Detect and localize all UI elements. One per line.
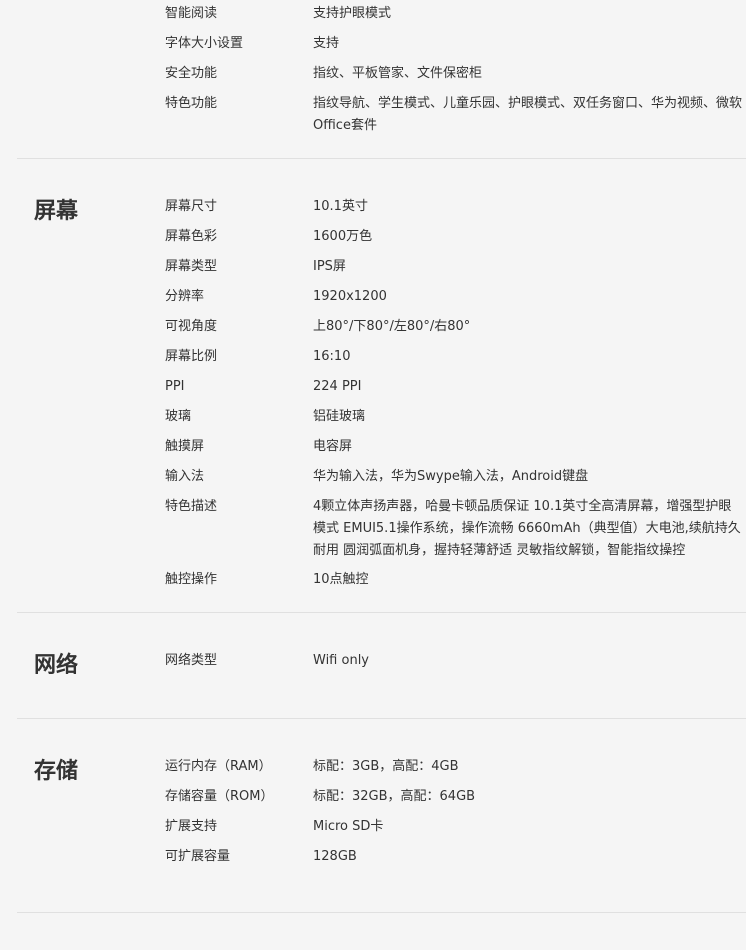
spec-value: 支持护眼模式 <box>313 6 392 21</box>
spec-label: PPI <box>165 379 185 394</box>
spec-section-network: 网络 网络类型 Wifi only <box>0 613 746 719</box>
spec-label: 可视角度 <box>165 319 218 334</box>
spec-section-screen: 屏幕 屏幕尺寸 10.1英寸 屏幕色彩 1600万色 屏幕类型 IPS屏 分辨率… <box>0 159 746 613</box>
spec-value: 指纹、平板管家、文件保密柜 <box>313 66 483 81</box>
spec-section-reading: 智能阅读 支持护眼模式 字体大小设置 支持 安全功能 指纹、平板管家、文件保密柜… <box>0 0 746 159</box>
spec-label: 特色功能 <box>165 96 218 111</box>
spec-label: 分辨率 <box>165 289 205 304</box>
spec-value: IPS屏 <box>313 259 346 274</box>
spec-label: 屏幕比例 <box>165 349 218 364</box>
spec-label: 字体大小设置 <box>165 36 244 51</box>
spec-value: 1920x1200 <box>313 289 387 304</box>
spec-label: 智能阅读 <box>165 6 218 21</box>
spec-value: 上80°/下80°/左80°/右80° <box>313 319 471 334</box>
spec-value: 10.1英寸 <box>313 199 368 214</box>
spec-page: 智能阅读 支持护眼模式 字体大小设置 支持 安全功能 指纹、平板管家、文件保密柜… <box>0 0 746 950</box>
spec-value: 128GB <box>313 849 357 864</box>
spec-label: 特色描述 <box>165 499 218 514</box>
spec-value: 铝硅玻璃 <box>313 409 366 424</box>
spec-label: 输入法 <box>165 469 205 484</box>
spec-value: 224 PPI <box>313 379 362 394</box>
spec-value: 标配：32GB，高配：64GB <box>313 789 476 804</box>
spec-label: 触控操作 <box>165 572 218 587</box>
spec-value: Micro SD卡 <box>313 819 384 834</box>
spec-label: 屏幕类型 <box>165 259 218 274</box>
spec-label: 运行内存（RAM） <box>165 759 272 774</box>
spec-label: 触摸屏 <box>165 439 205 454</box>
spec-value: 16:10 <box>313 349 351 364</box>
spec-value: 支持 <box>313 36 340 51</box>
section-title-storage: 存储 <box>34 759 79 784</box>
spec-label: 玻璃 <box>165 409 192 424</box>
spec-value: 标配：3GB，高配：4GB <box>313 759 459 774</box>
spec-label: 可扩展容量 <box>165 849 231 864</box>
spec-value: 华为输入法，华为Swype输入法，Android键盘 <box>313 469 589 484</box>
spec-value: 指纹导航、学生模式、儿童乐园、护眼模式、双任务窗口、华为视频、微软Office套… <box>313 96 743 133</box>
spec-label: 扩展支持 <box>165 819 218 834</box>
spec-value: 电容屏 <box>313 439 353 454</box>
spec-value: 4颗立体声扬声器，哈曼卡顿品质保证 10.1英寸全高清屏幕，增强型护眼模式 EM… <box>313 499 741 558</box>
spec-label: 安全功能 <box>165 66 218 81</box>
spec-section-storage: 存储 运行内存（RAM） 标配：3GB，高配：4GB 存储容量（ROM） 标配：… <box>0 719 746 913</box>
spec-value: 1600万色 <box>313 229 373 244</box>
spec-label: 网络类型 <box>165 653 218 668</box>
spec-label: 屏幕尺寸 <box>165 199 218 214</box>
section-title-network: 网络 <box>34 653 79 678</box>
spec-label: 存储容量（ROM） <box>165 789 274 804</box>
spec-value: 10点触控 <box>313 572 369 587</box>
spec-label: 屏幕色彩 <box>165 229 218 244</box>
section-divider <box>17 912 746 913</box>
section-title-screen: 屏幕 <box>34 199 79 224</box>
spec-value: Wifi only <box>313 653 369 668</box>
